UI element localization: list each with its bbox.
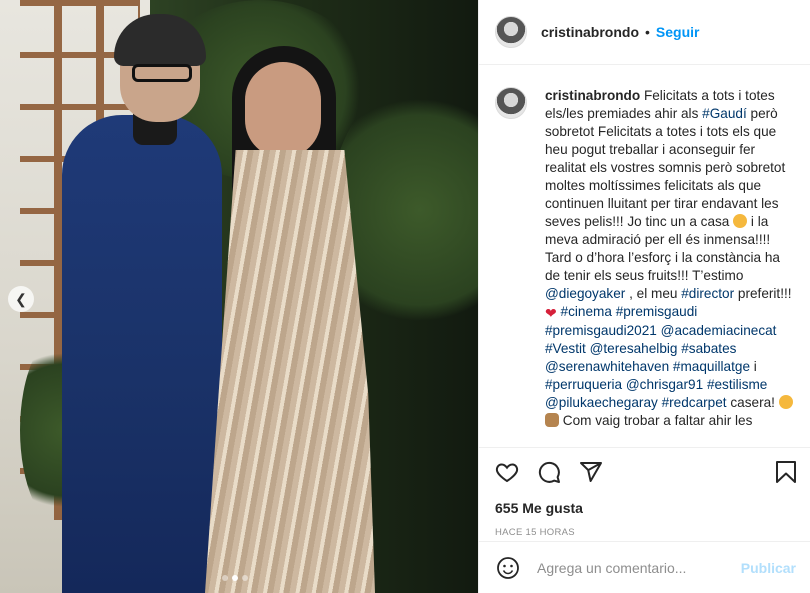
comment-input[interactable]	[535, 558, 741, 577]
carousel-prev-button[interactable]: ❮	[8, 286, 34, 312]
post-time[interactable]: HACE 15 HORAS	[493, 527, 800, 538]
hashtag-link[interactable]: #estilisme	[707, 377, 767, 392]
caption-text-run: preferit!!!	[734, 286, 792, 301]
hashtag-link[interactable]: #perruqueria	[545, 377, 622, 392]
instagram-post: ❮ cristinabrondo • Seguir cristinabrondo…	[0, 0, 810, 593]
like-button[interactable]	[493, 458, 521, 486]
carousel-dot	[222, 575, 228, 581]
mention-link[interactable]: @pilukaechegaray	[545, 395, 658, 410]
heart-emoji-icon: ❤	[545, 305, 557, 321]
hashtag-link[interactable]: #cinema	[561, 304, 612, 319]
emoji-button[interactable]	[495, 555, 521, 581]
caption-text-run	[776, 323, 780, 338]
post-photo[interactable]: ❮	[0, 0, 478, 593]
avatar[interactable]	[495, 16, 527, 48]
mention-link[interactable]: @teresahelbig	[590, 341, 678, 356]
mention-link[interactable]: @academiacinecat	[661, 323, 777, 338]
mention-link[interactable]: @diegoyaker	[545, 286, 625, 301]
post-header: cristinabrondo • Seguir	[479, 0, 810, 65]
action-icons	[493, 454, 800, 490]
caption-text-run: casera!	[726, 395, 779, 410]
hashtag-link[interactable]: #sabates	[681, 341, 736, 356]
share-button[interactable]	[577, 458, 605, 486]
caption-text-run	[736, 341, 740, 356]
caption-text-run: , el meu	[625, 286, 682, 301]
caption-text-run	[793, 395, 797, 410]
hashtag-link[interactable]: #premisgaudi2021	[545, 323, 657, 338]
photo-woman-face	[245, 62, 321, 158]
comment-bar: Publicar	[479, 541, 810, 593]
save-button[interactable]	[772, 458, 800, 486]
caption-text: cristinabrondo Felicitats a tots i totes…	[545, 87, 794, 430]
smile-emoji-icon	[778, 395, 793, 409]
header-username[interactable]: cristinabrondo	[541, 24, 639, 40]
post-actions: 655 Me gusta HACE 15 HORAS	[479, 447, 810, 541]
caption-text-run	[697, 304, 701, 319]
caption-text-run: però sobretot Felicitats a totes i tots …	[545, 106, 790, 229]
caption-username[interactable]: cristinabrondo	[545, 88, 640, 103]
carousel-dot	[232, 575, 238, 581]
heart-icon	[495, 463, 519, 483]
hashtag-link[interactable]: #maquillatge	[673, 359, 750, 374]
comment-button[interactable]	[535, 458, 563, 486]
smiley-icon	[497, 556, 519, 579]
photo-dress	[205, 150, 375, 593]
likes-count[interactable]: 655 Me gusta	[493, 500, 800, 516]
publish-button[interactable]: Publicar	[741, 560, 796, 576]
carousel-dots	[222, 575, 248, 581]
caption-text-run: Com vaig trobar a faltar ahir les	[559, 413, 753, 428]
carousel-dot	[242, 575, 248, 581]
caption-text-run: i	[750, 359, 761, 374]
caption-avatar[interactable]	[495, 87, 527, 119]
smile-emoji-icon	[733, 214, 748, 228]
hashtag-link[interactable]: #redcarpet	[662, 395, 727, 410]
comment-icon	[538, 461, 560, 483]
person-emoji-icon	[545, 413, 559, 427]
caption-text-run	[767, 377, 771, 392]
mention-link[interactable]: @chrisgar91	[626, 377, 703, 392]
hashtag-link[interactable]: #Vestit	[545, 341, 586, 356]
hashtag-link[interactable]: #Gaudí	[702, 106, 747, 121]
hashtag-link[interactable]: #director	[681, 286, 734, 301]
photo-glasses	[132, 64, 192, 82]
mention-link[interactable]: @serenawhitehaven	[545, 359, 669, 374]
follow-button[interactable]: Seguir	[656, 24, 700, 40]
post-side-panel: cristinabrondo • Seguir cristinabrondo F…	[478, 0, 810, 593]
header-separator: •	[645, 24, 650, 40]
chevron-left-icon: ❮	[15, 290, 27, 307]
caption-row: cristinabrondo Felicitats a tots i totes…	[495, 87, 794, 430]
share-icon	[580, 462, 602, 482]
caption-area[interactable]: cristinabrondo Felicitats a tots i totes…	[479, 65, 810, 447]
hashtag-link[interactable]: #premisgaudi	[616, 304, 698, 319]
bookmark-icon	[776, 461, 796, 483]
photo-man-suit	[62, 115, 222, 593]
